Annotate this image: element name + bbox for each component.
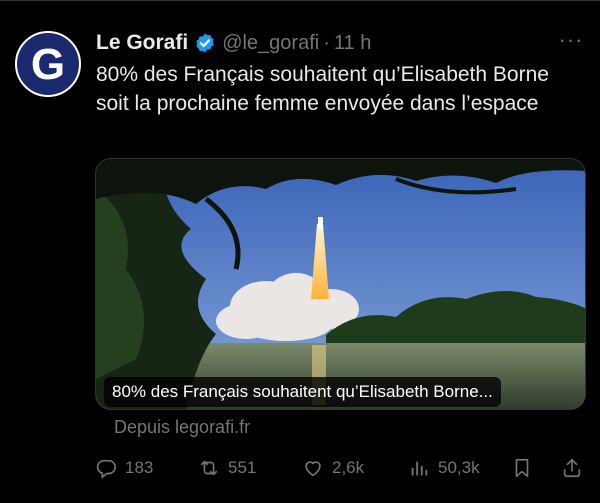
- reply-count: 183: [125, 458, 154, 477]
- avatar-letter: G: [30, 40, 66, 89]
- repost-count: 551: [228, 458, 257, 477]
- bookmark-button[interactable]: [511, 454, 541, 482]
- share-button[interactable]: [561, 454, 591, 482]
- tweet-text: 80% des Français souhaitent qu’Elisabeth…: [96, 63, 549, 115]
- share-icon: [563, 458, 581, 478]
- views-count: 50,3k: [438, 458, 480, 477]
- like-icon: [305, 461, 321, 477]
- reply-icon: [96, 459, 116, 479]
- card-image: [96, 159, 585, 409]
- repost-icon: [200, 460, 218, 476]
- verified-badge-icon[interactable]: [194, 32, 216, 54]
- author-name[interactable]: Le Gorafi: [96, 31, 188, 55]
- link-card[interactable]: 80% des Français souhaitent qu’Elisabeth…: [95, 158, 586, 410]
- tweet-header: Le Gorafi @le_gorafi · 11 h: [96, 30, 371, 56]
- views-icon: [411, 461, 428, 476]
- views-button[interactable]: 50,3k: [408, 454, 480, 482]
- tweet-time[interactable]: 11 h: [334, 32, 371, 55]
- like-button[interactable]: 2,6k: [302, 454, 364, 482]
- action-bar: 183 551 2,6k 50,3k: [95, 454, 586, 482]
- top-divider: [0, 0, 600, 1]
- repost-button[interactable]: 551: [198, 454, 256, 482]
- reply-button[interactable]: 183: [95, 454, 153, 482]
- author-handle[interactable]: @le_gorafi: [222, 32, 319, 55]
- header-separator: ·: [323, 31, 330, 54]
- card-title[interactable]: 80% des Français souhaitent qu’Elisabeth…: [104, 377, 501, 407]
- rocket: [318, 217, 323, 229]
- avatar[interactable]: G: [15, 31, 81, 97]
- bookmark-icon: [515, 458, 529, 478]
- more-icon[interactable]: ···: [556, 28, 586, 52]
- like-count: 2,6k: [332, 458, 365, 477]
- card-source[interactable]: Depuis legorafi.fr: [114, 417, 250, 438]
